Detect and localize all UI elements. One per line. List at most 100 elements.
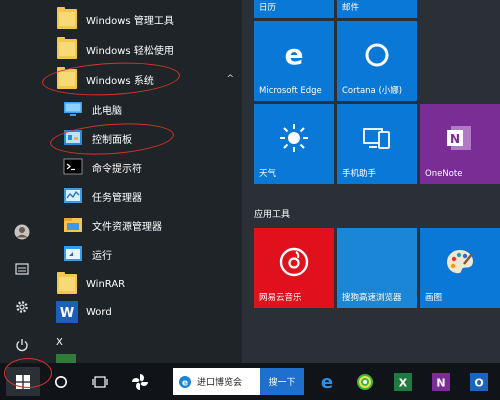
svg-text:X: X bbox=[399, 376, 408, 389]
tile-calendar[interactable]: 日历 bbox=[254, 0, 334, 18]
tile-sogou-browser[interactable]: 搜狗高速浏览器 bbox=[337, 228, 417, 308]
chevron-up-icon[interactable]: ^ bbox=[226, 74, 234, 84]
tile-label: 搜狗高速浏览器 bbox=[342, 293, 402, 303]
section-header-x[interactable]: X bbox=[44, 328, 242, 356]
tile-microsoft-edge[interactable]: e Microsoft Edge bbox=[254, 21, 334, 101]
pinwheel-app-button[interactable] bbox=[125, 367, 155, 396]
svg-text:e: e bbox=[285, 40, 304, 70]
tile-phone-assistant[interactable]: 手机助手 bbox=[337, 104, 417, 184]
app-list-item-label: 任务管理器 bbox=[92, 192, 142, 204]
svg-text:N: N bbox=[450, 132, 460, 146]
tile-weather[interactable]: 天气 bbox=[254, 104, 334, 184]
app-list-item-this-pc[interactable]: 此电脑 bbox=[44, 95, 242, 123]
onenote-icon: N bbox=[445, 123, 475, 153]
app-list-item-command-prompt[interactable]: 命令提示符 bbox=[44, 153, 242, 181]
outlook-taskbar-button[interactable]: O bbox=[464, 367, 494, 396]
phone-icon bbox=[361, 124, 393, 152]
control-panel-icon bbox=[62, 127, 84, 149]
folder-icon bbox=[56, 7, 78, 30]
excel-icon: X bbox=[394, 372, 412, 391]
onenote-taskbar-button[interactable]: N bbox=[426, 367, 456, 396]
computer-icon bbox=[62, 98, 84, 120]
app-list-item[interactable]: Windows 管理工具 bbox=[44, 5, 242, 33]
tile-label: Cortana (小娜) bbox=[342, 86, 403, 96]
tile-mail[interactable]: 邮件 bbox=[337, 0, 417, 18]
tile-netease-music[interactable]: 网易云音乐 bbox=[254, 228, 334, 308]
app-list-item-word[interactable]: W Word bbox=[44, 298, 242, 326]
app-list-item-task-manager[interactable]: 任务管理器 bbox=[44, 182, 242, 210]
app-list-item-label: 此电脑 bbox=[92, 105, 122, 117]
windows-logo-icon bbox=[16, 374, 30, 389]
app-list-item-label: Windows 管理工具 bbox=[86, 15, 174, 27]
file-explorer-icon bbox=[62, 214, 84, 236]
edge-small-icon: e bbox=[179, 375, 191, 388]
search-go-button[interactable]: 搜一下 bbox=[260, 368, 304, 395]
tile-group-title: 应用工具 bbox=[254, 210, 291, 220]
command-prompt-icon bbox=[62, 156, 84, 178]
section-letter: X bbox=[56, 336, 63, 348]
start-button[interactable] bbox=[6, 367, 40, 396]
task-view-button[interactable] bbox=[85, 367, 115, 396]
outlook-icon: O bbox=[470, 372, 488, 391]
app-list-item-control-panel[interactable]: 控制面板 bbox=[44, 124, 242, 152]
word-icon: W bbox=[56, 301, 78, 323]
tile-label: 天气 bbox=[259, 169, 277, 179]
tile-label: OneNote bbox=[425, 169, 463, 179]
app-list-item[interactable]: Windows 轻松使用 bbox=[44, 35, 242, 63]
app-list: Windows 管理工具 Windows 轻松使用 Windows 系统 ^ 此… bbox=[44, 0, 242, 363]
app-list-item-label: 文件资源管理器 bbox=[92, 221, 162, 233]
app-list-item-winrar[interactable]: WinRAR bbox=[44, 270, 242, 298]
tile-label: 邮件 bbox=[342, 3, 360, 13]
task-view-icon bbox=[92, 375, 108, 388]
user-avatar-icon[interactable] bbox=[6, 218, 38, 246]
sun-icon bbox=[278, 122, 310, 154]
folder-icon bbox=[56, 37, 78, 60]
app-list-item-label: 运行 bbox=[92, 250, 112, 262]
folder-icon bbox=[56, 67, 78, 90]
settings-gear-icon[interactable] bbox=[6, 293, 38, 321]
edge-icon: e bbox=[279, 40, 309, 70]
app-list-item-label: 控制面板 bbox=[92, 134, 132, 146]
svg-text:e: e bbox=[182, 378, 188, 388]
tile-cortana[interactable]: Cortana (小娜) bbox=[337, 21, 417, 101]
edge-icon: e bbox=[321, 373, 333, 391]
task-manager-icon bbox=[62, 185, 84, 207]
app-list-item-file-explorer[interactable]: 文件资源管理器 bbox=[44, 211, 242, 239]
app-list-item-run[interactable]: 运行 bbox=[44, 240, 242, 268]
app-list-item-windows-system[interactable]: Windows 系统 ^ bbox=[44, 65, 242, 93]
tile-label: 画图 bbox=[425, 293, 443, 303]
search-query-text[interactable]: 进口博览会 bbox=[197, 375, 242, 388]
power-icon[interactable] bbox=[6, 331, 38, 359]
run-icon bbox=[62, 243, 84, 265]
svg-text:e: e bbox=[321, 373, 333, 391]
app-list-partial-icon bbox=[56, 354, 76, 363]
tile-label: 手机助手 bbox=[342, 169, 377, 179]
app-list-item-label: 命令提示符 bbox=[92, 163, 142, 175]
svg-text:N: N bbox=[436, 376, 445, 389]
tile-label: 网易云音乐 bbox=[259, 293, 302, 303]
cortana-icon bbox=[362, 40, 392, 70]
app-list-item-label: Windows 系统 bbox=[86, 75, 154, 87]
app-list-item-label: Windows 轻松使用 bbox=[86, 45, 174, 57]
pinwheel-icon bbox=[132, 373, 148, 390]
edge-taskbar-button[interactable]: e bbox=[312, 367, 342, 396]
tile-onenote[interactable]: N OneNote bbox=[420, 104, 500, 184]
netease-music-icon bbox=[278, 246, 310, 278]
onenote-small-icon: N bbox=[432, 372, 450, 391]
excel-taskbar-button[interactable]: X bbox=[388, 367, 418, 396]
app-list-item-label: Word bbox=[86, 306, 112, 318]
cortana-taskbar-button[interactable] bbox=[46, 367, 76, 396]
svg-text:O: O bbox=[474, 376, 483, 389]
tiles-area: 日历 邮件 e Microsoft Edge Cortana (小娜) 天气 手… bbox=[242, 0, 500, 363]
paint-palette-icon bbox=[444, 246, 476, 278]
360-browser-icon bbox=[357, 373, 373, 390]
tile-label: 日历 bbox=[259, 3, 277, 13]
start-rail bbox=[0, 0, 44, 363]
taskbar: e 进口博览会 搜一下 e X N O bbox=[0, 363, 500, 400]
tile-label: Microsoft Edge bbox=[259, 86, 322, 96]
svg-text:W: W bbox=[60, 306, 74, 321]
app-list-item-label: WinRAR bbox=[86, 278, 126, 290]
360-browser-taskbar-button[interactable] bbox=[350, 367, 380, 396]
tile-paint[interactable]: 画图 bbox=[420, 228, 500, 308]
documents-icon[interactable] bbox=[6, 255, 38, 283]
